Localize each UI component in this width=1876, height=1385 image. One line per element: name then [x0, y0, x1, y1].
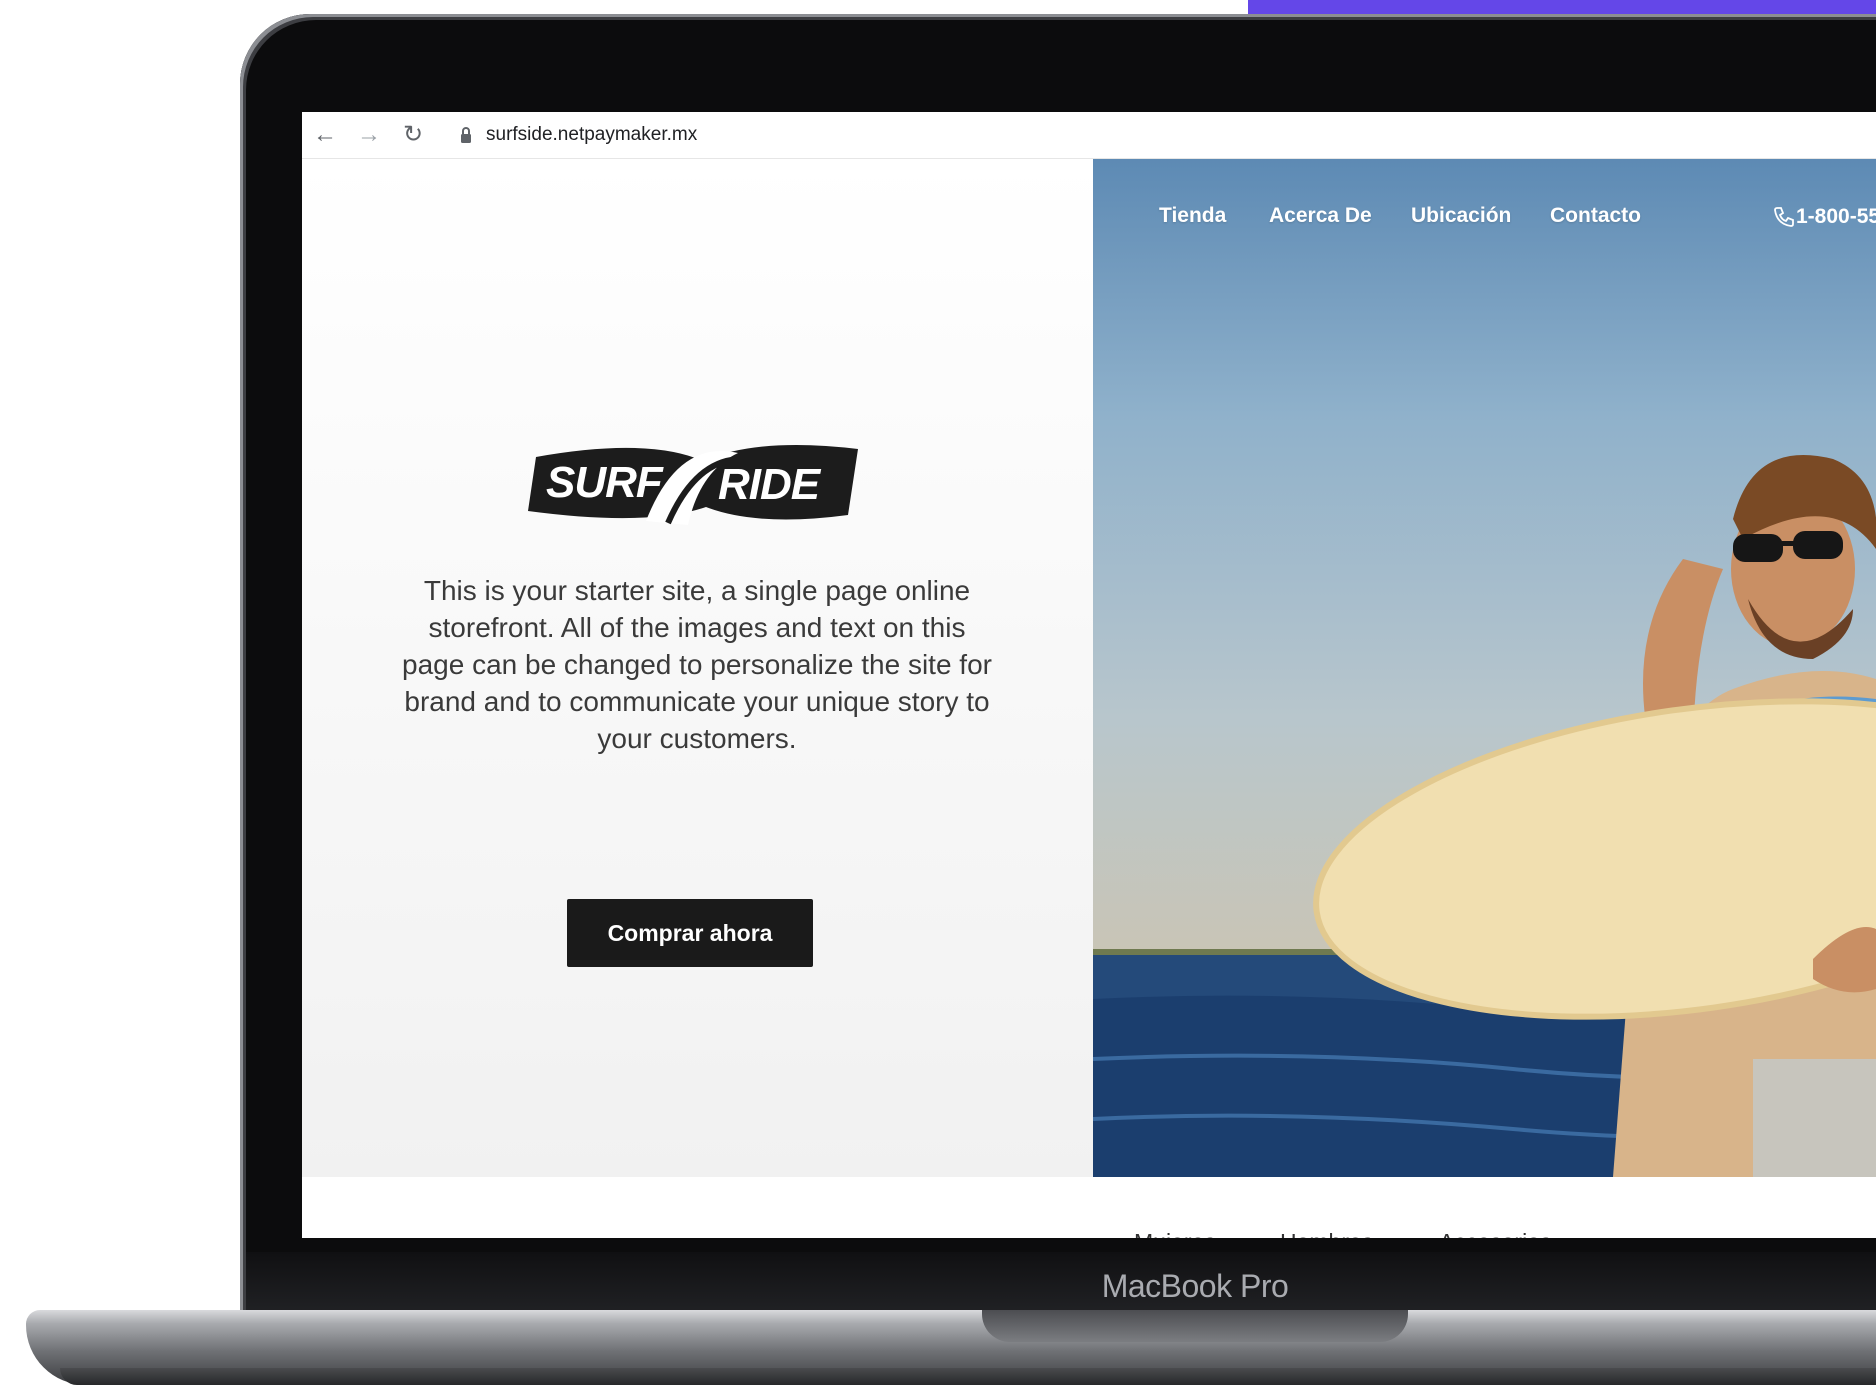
hero-description: This is your starter site, a single page… [402, 575, 992, 754]
nav-acerca-de[interactable]: Acerca De [1269, 204, 1372, 228]
surf-ride-logo: SURF RIDE [528, 445, 858, 525]
address-bar-url[interactable]: surfside.netpaymaker.mx [486, 123, 697, 147]
phone-icon [1774, 207, 1794, 227]
hero-left-panel: SURF RIDE This is your starter site, a s… [302, 159, 1093, 1227]
nav-ubicacion[interactable]: Ubicación [1411, 204, 1511, 228]
svg-text:RIDE: RIDE [718, 460, 822, 509]
category-mujeres[interactable]: Mujeres [1134, 1229, 1216, 1238]
lock-icon [461, 127, 471, 143]
laptop-base-edge [60, 1368, 1876, 1385]
shop-now-button[interactable]: Comprar ahora [567, 899, 813, 967]
browser-screen: ← → ↻ surfside.netpaymaker.mx SURF RIDE … [302, 112, 1876, 1238]
nav-tienda[interactable]: Tienda [1159, 204, 1226, 228]
category-nav: Mujeres Hombres Accesorios [302, 1177, 1876, 1238]
hero-image-panel: Tienda Acerca De Ubicación Contacto 1-80… [1093, 159, 1876, 1177]
phone-number[interactable]: 1-800-55 [1796, 205, 1876, 229]
browser-toolbar: ← → ↻ surfside.netpaymaker.mx [302, 112, 1876, 159]
laptop-hinge-notch [982, 1310, 1408, 1342]
accent-bar [1248, 0, 1876, 15]
surfer-photo [1093, 455, 1876, 1177]
nav-contacto[interactable]: Contacto [1550, 204, 1641, 228]
back-arrow-icon[interactable]: ← [310, 120, 340, 150]
forward-arrow-icon[interactable]: → [354, 120, 384, 150]
category-hombres[interactable]: Hombres [1280, 1229, 1373, 1238]
category-accesorios[interactable]: Accesorios [1439, 1229, 1551, 1238]
device-label: MacBook Pro [1101, 1268, 1289, 1304]
reload-icon[interactable]: ↻ [398, 120, 428, 150]
svg-text:SURF: SURF [546, 458, 664, 507]
